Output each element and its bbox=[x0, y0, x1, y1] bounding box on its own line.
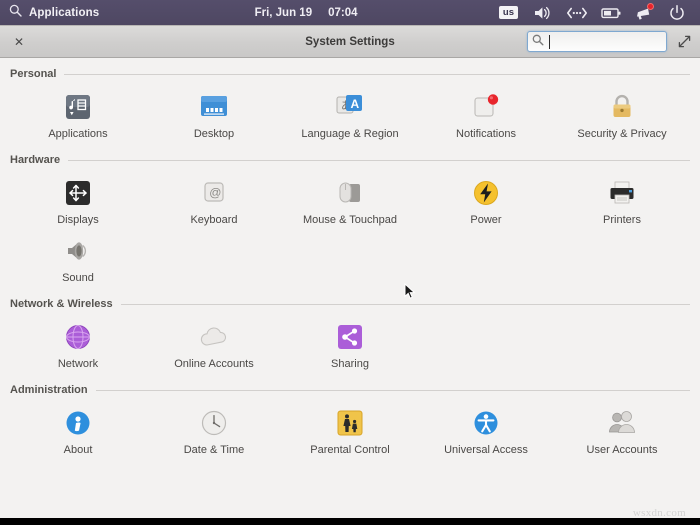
notifications-icon[interactable] bbox=[634, 2, 654, 22]
tile-label: Network bbox=[57, 358, 99, 370]
settings-tile-mouse-touchpad[interactable]: Mouse & Touchpad bbox=[282, 174, 418, 230]
mouse-touchpad-icon bbox=[334, 177, 366, 209]
maximize-button[interactable] bbox=[675, 33, 693, 51]
settings-tile-universal-access[interactable]: Universal Access bbox=[418, 404, 554, 460]
window-titlebar: ✕ System Settings bbox=[0, 26, 700, 58]
section-divider bbox=[64, 73, 690, 75]
grid-spacer bbox=[418, 318, 554, 374]
close-button[interactable]: ✕ bbox=[4, 27, 34, 57]
tile-label: Applications bbox=[48, 128, 108, 140]
settings-tile-desktop[interactable]: Desktop bbox=[146, 88, 282, 144]
language-region-icon: あ A bbox=[334, 91, 366, 123]
watermark: wsxdn.com bbox=[632, 507, 686, 519]
settings-tile-sound[interactable]: Sound bbox=[10, 232, 146, 288]
panel-tray: us bbox=[498, 2, 700, 22]
svg-text:@: @ bbox=[209, 186, 221, 200]
settings-tile-displays[interactable]: Displays bbox=[10, 174, 146, 230]
settings-tile-keyboard[interactable]: @ Keyboard bbox=[146, 174, 282, 230]
date-time-icon bbox=[198, 407, 230, 439]
tile-label: Notifications bbox=[456, 128, 516, 140]
tile-label: Date & Time bbox=[183, 444, 245, 456]
keyboard-icon: @ bbox=[198, 177, 230, 209]
settings-content: Personal Applications Desktop A Language… bbox=[0, 58, 700, 519]
settings-tile-notifications[interactable]: Notifications bbox=[418, 88, 554, 144]
section-title: Hardware bbox=[10, 154, 61, 166]
panel-applications-menu[interactable]: Applications bbox=[0, 4, 99, 22]
panel-date: Fri, Jun 19 bbox=[254, 6, 313, 19]
panel-time: 07:04 bbox=[328, 6, 358, 19]
section-title: Personal bbox=[10, 68, 57, 80]
settings-tile-online-accounts[interactable]: Online Accounts bbox=[146, 318, 282, 374]
printers-icon bbox=[606, 177, 638, 209]
section-divider bbox=[95, 389, 690, 391]
top-panel: Applications Fri, Jun 19 07:04 us bbox=[0, 0, 700, 25]
parental-control-icon bbox=[334, 407, 366, 439]
search-icon bbox=[532, 33, 544, 51]
settings-tile-sharing[interactable]: Sharing bbox=[282, 318, 418, 374]
network-icon[interactable] bbox=[566, 4, 587, 22]
displays-icon bbox=[62, 177, 94, 209]
section-divider bbox=[68, 159, 690, 161]
user-accounts-icon bbox=[606, 407, 638, 439]
settings-tile-date-time[interactable]: Date & Time bbox=[146, 404, 282, 460]
settings-tile-about[interactable]: About bbox=[10, 404, 146, 460]
settings-tile-printers[interactable]: Printers bbox=[554, 174, 690, 230]
about-icon bbox=[62, 407, 94, 439]
tile-label: Displays bbox=[57, 214, 99, 226]
section-title: Network & Wireless bbox=[10, 298, 113, 310]
online-accounts-icon bbox=[198, 321, 230, 353]
settings-tile-language-region[interactable]: あ A Language & Region bbox=[282, 88, 418, 144]
tile-label: Universal Access bbox=[444, 444, 528, 456]
section-personal: Personal Applications Desktop A Language… bbox=[0, 68, 700, 144]
volume-icon[interactable] bbox=[532, 4, 552, 22]
tile-label: User Accounts bbox=[586, 444, 658, 456]
tile-label: Power bbox=[470, 214, 502, 226]
tile-label: About bbox=[63, 444, 93, 456]
tile-label: Printers bbox=[603, 214, 641, 226]
svg-text:A: A bbox=[351, 97, 360, 111]
battery-icon[interactable] bbox=[600, 4, 621, 22]
tile-label: Security & Privacy bbox=[577, 128, 667, 140]
sharing-icon bbox=[334, 321, 366, 353]
search-box[interactable] bbox=[527, 31, 667, 52]
universal-access-icon bbox=[470, 407, 502, 439]
settings-tile-applications[interactable]: Applications bbox=[10, 88, 146, 144]
grid-spacer bbox=[554, 318, 690, 374]
section-divider bbox=[120, 303, 690, 305]
settings-tile-power[interactable]: Power bbox=[418, 174, 554, 230]
desktop-icon bbox=[198, 91, 230, 123]
section-administration: Administration About Date & Time Parenta… bbox=[0, 384, 700, 460]
search-icon bbox=[9, 4, 22, 22]
sound-icon bbox=[62, 235, 94, 267]
section-title: Administration bbox=[10, 384, 88, 396]
tile-label: Parental Control bbox=[310, 444, 390, 456]
notification-badge bbox=[647, 2, 654, 10]
settings-tile-network[interactable]: Network bbox=[10, 318, 146, 374]
keyboard-layout-indicator[interactable]: us bbox=[498, 6, 518, 19]
tile-label: Mouse & Touchpad bbox=[303, 214, 397, 226]
panel-clock[interactable]: Fri, Jun 19 07:04 bbox=[113, 7, 499, 19]
tile-label: Desktop bbox=[193, 128, 235, 140]
notifications-icon bbox=[470, 91, 502, 123]
tile-label: Sound bbox=[62, 272, 94, 284]
tile-label: Online Accounts bbox=[174, 358, 254, 370]
tile-label: Keyboard bbox=[190, 214, 238, 226]
applications-icon bbox=[62, 91, 94, 123]
tile-label: Language & Region bbox=[301, 128, 399, 140]
power-icon[interactable] bbox=[668, 4, 688, 22]
screen-bottom-edge bbox=[0, 518, 700, 525]
power-icon bbox=[470, 177, 502, 209]
settings-tile-user-accounts[interactable]: User Accounts bbox=[554, 404, 690, 460]
section-network-wireless: Network & Wireless Network Online Accoun… bbox=[0, 298, 700, 374]
search-input[interactable] bbox=[548, 35, 656, 48]
panel-applications-label: Applications bbox=[29, 6, 100, 19]
text-caret bbox=[549, 35, 550, 49]
network-icon bbox=[62, 321, 94, 353]
settings-tile-parental-control[interactable]: Parental Control bbox=[282, 404, 418, 460]
security-privacy-icon bbox=[606, 91, 638, 123]
tile-label: Sharing bbox=[331, 358, 369, 370]
section-hardware: Hardware Displays @ Keyboard Mouse & Tou… bbox=[0, 154, 700, 288]
system-settings-window: ✕ System Settings Personal Applications … bbox=[0, 25, 700, 519]
settings-tile-security-privacy[interactable]: Security & Privacy bbox=[554, 88, 690, 144]
